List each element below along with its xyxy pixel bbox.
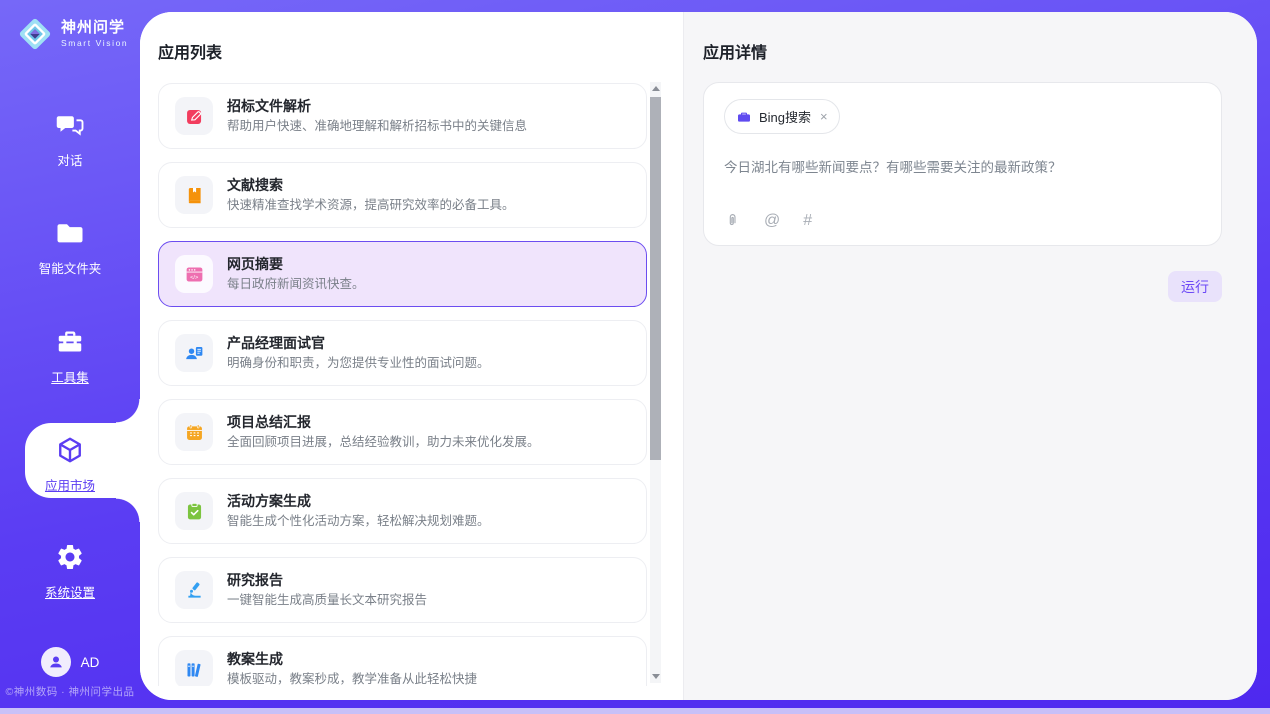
app-card-desc: 明确身份和职责，为您提供专业性的面试问题。 <box>227 356 490 371</box>
sidebar-item-label: 应用市场 <box>0 475 140 494</box>
microscope-icon <box>175 571 213 609</box>
chat-icon <box>55 127 85 144</box>
app-card-event-plan[interactable]: 活动方案生成 智能生成个性化活动方案，轻松解决规划难题。 <box>158 478 647 544</box>
sidebar-item-label: 对话 <box>0 150 140 169</box>
scrollbar-thumb[interactable] <box>650 97 661 460</box>
sidebar-item-toolset[interactable]: 工具集 <box>0 327 140 386</box>
briefcase-icon <box>736 109 752 125</box>
close-icon[interactable]: × <box>820 110 828 123</box>
app-card-name: 文献搜索 <box>227 177 515 194</box>
copyright-footer: ©神州数码 · 神州问学出品 <box>0 684 140 699</box>
sidebar-item-settings[interactable]: 系统设置 <box>0 542 140 601</box>
edit-document-icon <box>175 97 213 135</box>
app-card-name: 网页摘要 <box>227 256 365 273</box>
app-card-lesson-plan[interactable]: 教案生成 模板驱动，教案秒成，教学准备从此轻松快捷 <box>158 636 647 686</box>
app-card-list: 招标文件解析 帮助用户快速、准确地理解和解析招标书中的关键信息 文献搜索 快速精… <box>158 83 647 686</box>
brand-name: 神州问学 <box>61 20 128 37</box>
active-tab-curve-bottom <box>116 498 140 522</box>
brand-subtitle: Smart Vision <box>61 38 128 48</box>
clipboard-check-icon <box>175 492 213 530</box>
app-list-panel: 应用列表 招标文件解析 帮助用户快速、准确地理解和解析招标书中的关键信息 <box>140 12 683 700</box>
app-card-pm-interviewer[interactable]: 产品经理面试官 明确身份和职责，为您提供专业性的面试问题。 <box>158 320 647 386</box>
folder-icon <box>55 235 85 252</box>
scrollbar-down-arrow[interactable] <box>650 670 661 683</box>
app-card-desc: 全面回顾项目进展，总结经验教训，助力未来优化发展。 <box>227 435 540 450</box>
app-detail-title: 应用详情 <box>703 39 767 63</box>
app-card-research-report[interactable]: 研究报告 一键智能生成高质量长文本研究报告 <box>158 557 647 623</box>
scrollbar-up-arrow[interactable] <box>650 82 661 95</box>
svg-text:</>: </> <box>190 274 199 280</box>
sidebar-item-label: 系统设置 <box>0 582 140 601</box>
mention-icon[interactable]: @ <box>764 213 780 229</box>
cube-icon <box>55 452 85 469</box>
run-button[interactable]: 运行 <box>1168 271 1222 302</box>
app-card-desc: 帮助用户快速、准确地理解和解析招标书中的关键信息 <box>227 119 527 134</box>
brand-logo: 神州问学 Smart Vision <box>16 15 128 53</box>
sidebar-item-chat[interactable]: 对话 <box>0 110 140 169</box>
scrollbar <box>650 82 661 683</box>
app-card-name: 活动方案生成 <box>227 493 490 510</box>
sidebar-item-label: 工具集 <box>0 367 140 386</box>
tool-chip-bing-search[interactable]: Bing搜索 × <box>724 99 840 134</box>
app-card-literature-search[interactable]: 文献搜索 快速精准查找学术资源，提高研究效率的必备工具。 <box>158 162 647 228</box>
app-detail-panel: 应用详情 Bing搜索 × 今日湖北有哪些新闻要点？有哪些需要关注的最新政策？ <box>683 12 1257 700</box>
interviewer-icon <box>175 334 213 372</box>
tool-chip-label: Bing搜索 <box>759 107 811 126</box>
main-content: 应用列表 招标文件解析 帮助用户快速、准确地理解和解析招标书中的关键信息 <box>140 12 1257 700</box>
brand-diamond-icon <box>16 15 54 53</box>
app-list-title: 应用列表 <box>158 39 222 63</box>
sidebar-item-app-market[interactable]: 应用市场 <box>0 435 140 494</box>
app-card-desc: 每日政府新闻资讯快查。 <box>227 277 365 292</box>
query-input[interactable]: 今日湖北有哪些新闻要点？有哪些需要关注的最新政策？ <box>724 158 1201 178</box>
hash-icon[interactable]: # <box>803 213 812 229</box>
sidebar: 神州问学 Smart Vision 对话 智能文件夹 <box>0 0 140 714</box>
app-card-desc: 模板驱动，教案秒成，教学准备从此轻松快捷 <box>227 672 477 686</box>
app-card-name: 教案生成 <box>227 651 477 668</box>
app-card-name: 项目总结汇报 <box>227 414 540 431</box>
app-card-project-summary[interactable]: 项目总结汇报 全面回顾项目进展，总结经验教训，助力未来优化发展。 <box>158 399 647 465</box>
window-bottom-edge <box>0 708 1270 714</box>
prompt-input-card[interactable]: Bing搜索 × 今日湖北有哪些新闻要点？有哪些需要关注的最新政策？ @ # <box>703 82 1222 246</box>
app-card-name: 产品经理面试官 <box>227 335 490 352</box>
active-tab-curve-top <box>116 399 140 423</box>
app-card-desc: 一键智能生成高质量长文本研究报告 <box>227 593 427 608</box>
books-icon <box>175 650 213 686</box>
input-toolbar: @ # <box>724 212 1201 229</box>
user-initials: AD <box>81 655 100 670</box>
calendar-icon <box>175 413 213 451</box>
app-card-name: 招标文件解析 <box>227 98 527 115</box>
app-card-desc: 快速精准查找学术资源，提高研究效率的必备工具。 <box>227 198 515 213</box>
app-card-bid-analysis[interactable]: 招标文件解析 帮助用户快速、准确地理解和解析招标书中的关键信息 <box>158 83 647 149</box>
sidebar-item-label: 智能文件夹 <box>0 258 140 277</box>
app-card-desc: 智能生成个性化活动方案，轻松解决规划难题。 <box>227 514 490 529</box>
attachment-icon[interactable] <box>724 212 741 229</box>
sidebar-item-smart-folder[interactable]: 智能文件夹 <box>0 218 140 277</box>
user-account[interactable]: AD <box>0 647 140 677</box>
book-icon <box>175 176 213 214</box>
gear-icon <box>55 559 85 576</box>
app-card-web-summary[interactable]: </> 网页摘要 每日政府新闻资讯快查。 <box>158 241 647 307</box>
avatar <box>41 647 71 677</box>
browser-code-icon: </> <box>175 255 213 293</box>
app-card-name: 研究报告 <box>227 572 427 589</box>
toolbox-icon <box>55 344 85 361</box>
